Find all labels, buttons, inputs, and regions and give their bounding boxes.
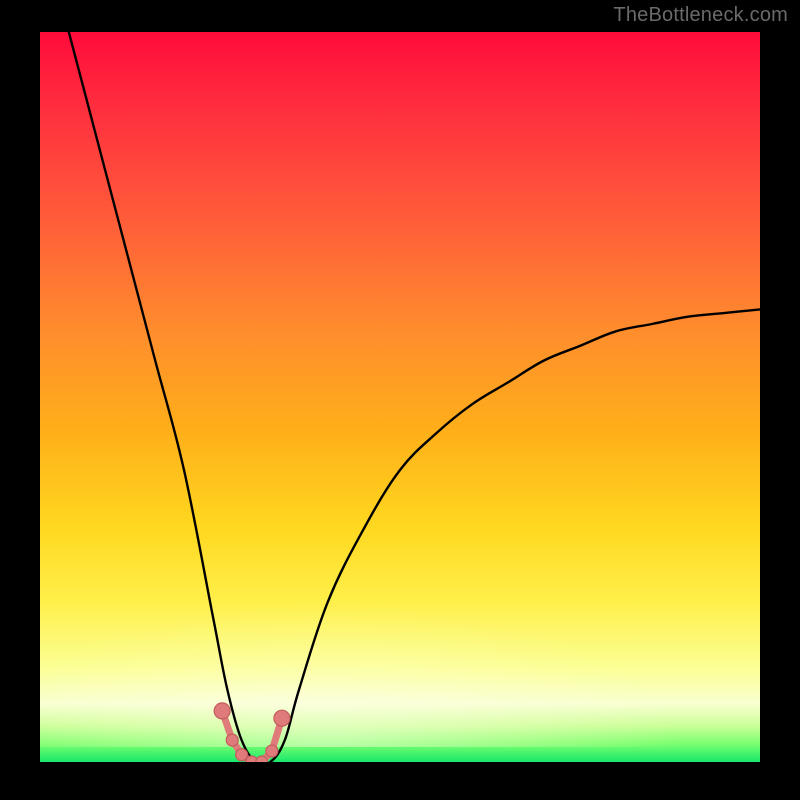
marker-dot — [214, 703, 230, 719]
marker-dot — [226, 734, 238, 746]
marker-dot — [274, 710, 290, 726]
chart-stage: TheBottleneck.com — [0, 0, 800, 800]
marker-dot — [236, 749, 248, 761]
marker-dot — [266, 745, 278, 757]
plot-area — [40, 32, 760, 762]
watermark-text: TheBottleneck.com — [613, 4, 788, 27]
valley-markers — [40, 32, 760, 762]
